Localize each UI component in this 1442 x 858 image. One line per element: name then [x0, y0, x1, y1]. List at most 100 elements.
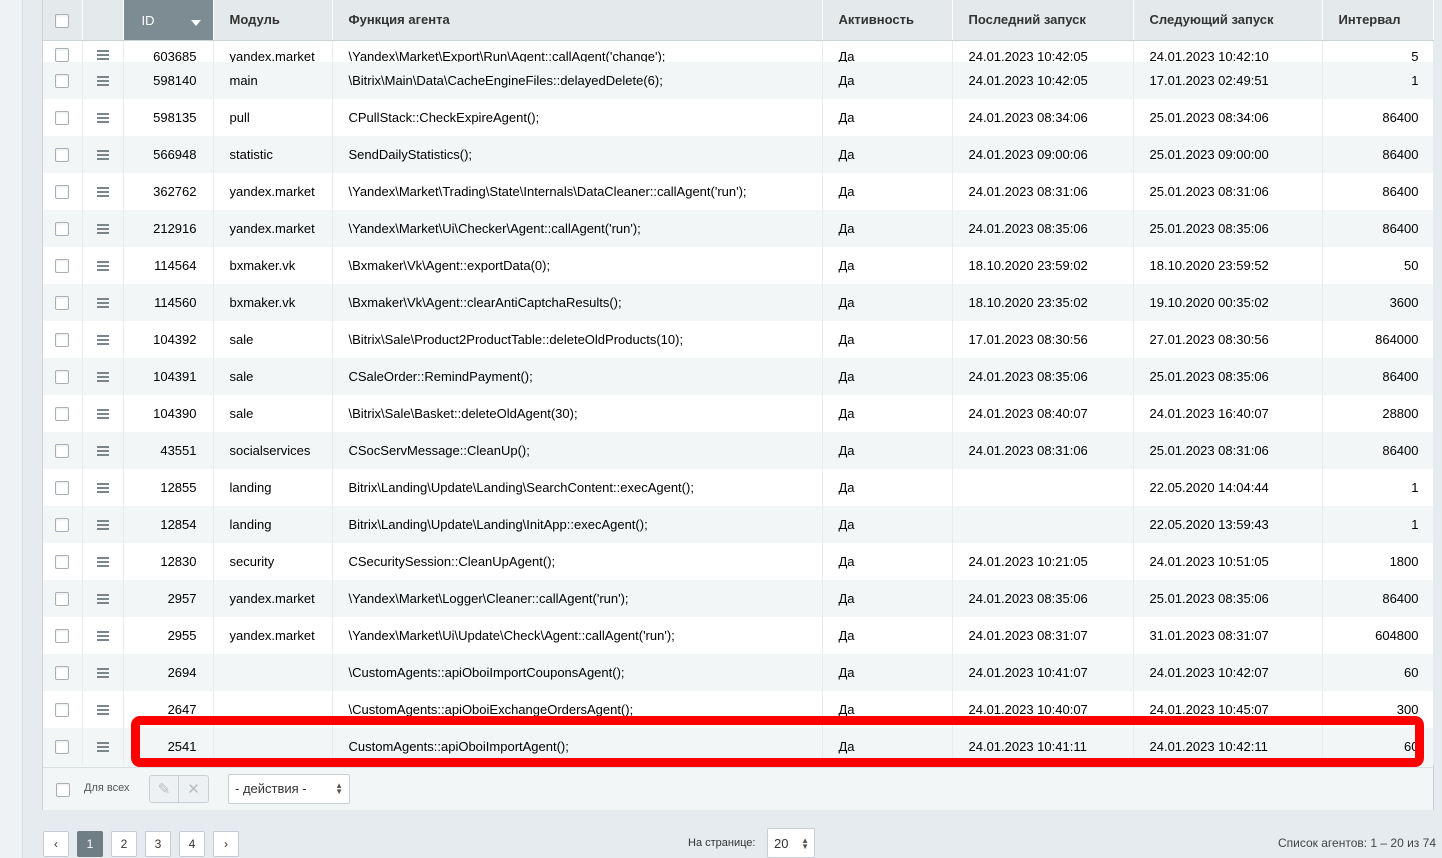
- row-menu-cell[interactable]: [82, 468, 124, 506]
- table-row[interactable]: 114564 bxmaker.vk \Bxmaker\Vk\Agent::expor…: [43, 246, 1434, 284]
- table-row[interactable]: 2955 yandex.market \Yandex\Market\Ui\Updat…: [43, 616, 1434, 654]
- row-checkbox-cell[interactable]: [43, 616, 83, 654]
- table-row[interactable]: 43551 socialservices CSocServMessage::Clea…: [43, 431, 1434, 469]
- row-menu-cell[interactable]: [82, 320, 124, 358]
- table-row[interactable]: 12854 landing Bitrix\Landing\Update\Landin…: [43, 505, 1434, 543]
- table-row[interactable]: 12855 landing Bitrix\Landing\Update\Landin…: [43, 468, 1434, 506]
- hamburger-icon[interactable]: [96, 666, 109, 680]
- hamburger-icon[interactable]: [96, 222, 109, 236]
- hamburger-icon[interactable]: [96, 481, 109, 495]
- for-all-checkbox[interactable]: [56, 783, 70, 797]
- row-checkbox-cell[interactable]: [43, 135, 83, 173]
- row-checkbox-cell[interactable]: [43, 690, 83, 728]
- row-menu-cell[interactable]: [82, 579, 124, 617]
- table-row[interactable]: 104391 sale CSaleOrder::RemindPayment(); Да…: [43, 357, 1434, 395]
- row-checkbox-cell[interactable]: [43, 61, 83, 99]
- row-checkbox-cell[interactable]: [43, 505, 83, 543]
- row-checkbox[interactable]: [55, 517, 70, 532]
- hamburger-icon[interactable]: [96, 518, 109, 532]
- hamburger-icon[interactable]: [96, 111, 109, 125]
- row-checkbox[interactable]: [55, 184, 70, 199]
- column-header-module[interactable]: Модуль: [213, 0, 333, 41]
- table-row[interactable]: 12830 security CSecuritySession::CleanUpAg…: [43, 542, 1434, 580]
- hamburger-icon[interactable]: [96, 333, 109, 347]
- per-page-select[interactable]: 20 ▲ ▼: [767, 828, 815, 858]
- table-row[interactable]: 362762 yandex.market \Yandex\Market\Tradin…: [43, 172, 1434, 210]
- row-checkbox-cell[interactable]: [43, 653, 83, 691]
- table-row[interactable]: 2541 CustomAgents::apiOboiImportAgent(); Д…: [43, 727, 1434, 765]
- row-menu-cell[interactable]: [82, 40, 124, 62]
- hamburger-icon[interactable]: [96, 444, 109, 458]
- table-row[interactable]: 104390 sale \Bitrix\Sale\Basket::deleteOld…: [43, 394, 1434, 432]
- table-row[interactable]: 114560 bxmaker.vk \Bxmaker\Vk\Agent::clear…: [43, 283, 1434, 321]
- row-menu-cell[interactable]: [82, 172, 124, 210]
- row-checkbox-cell[interactable]: [43, 209, 83, 247]
- hamburger-icon[interactable]: [96, 555, 109, 569]
- row-menu-cell[interactable]: [82, 135, 124, 173]
- prev-page-button[interactable]: ‹: [43, 831, 69, 857]
- table-row[interactable]: 104392 sale \Bitrix\Sale\Product2ProductTa…: [43, 320, 1434, 358]
- hamburger-icon[interactable]: [96, 296, 109, 310]
- row-menu-cell[interactable]: [82, 283, 124, 321]
- column-header-interval[interactable]: Интервал: [1322, 0, 1434, 41]
- hamburger-icon[interactable]: [96, 703, 109, 717]
- row-menu-cell[interactable]: [82, 98, 124, 136]
- hamburger-icon[interactable]: [96, 74, 109, 88]
- row-checkbox-cell[interactable]: [43, 579, 83, 617]
- delete-button[interactable]: ✕: [179, 775, 209, 803]
- row-checkbox[interactable]: [55, 554, 70, 569]
- hamburger-icon[interactable]: [96, 48, 109, 62]
- row-checkbox-cell[interactable]: [43, 98, 83, 136]
- page-button-1[interactable]: 1: [77, 831, 103, 857]
- row-checkbox-cell[interactable]: [43, 727, 83, 765]
- row-checkbox-cell[interactable]: [43, 320, 83, 358]
- hamburger-icon[interactable]: [96, 592, 109, 606]
- hamburger-icon[interactable]: [96, 629, 109, 643]
- row-checkbox-cell[interactable]: [43, 246, 83, 284]
- table-row[interactable]: 566948 statistic SendDailyStatistics(); Да 2…: [43, 135, 1434, 173]
- header-select-all[interactable]: [43, 0, 83, 41]
- hamburger-icon[interactable]: [96, 148, 109, 162]
- row-menu-cell[interactable]: [82, 209, 124, 247]
- row-menu-cell[interactable]: [82, 357, 124, 395]
- row-checkbox[interactable]: [55, 147, 70, 162]
- row-checkbox-cell[interactable]: [43, 394, 83, 432]
- column-header-function[interactable]: Функция агента: [332, 0, 823, 41]
- hamburger-icon[interactable]: [96, 370, 109, 384]
- row-menu-cell[interactable]: [82, 505, 124, 543]
- table-row[interactable]: 2957 yandex.market \Yandex\Market\Logger\C…: [43, 579, 1434, 617]
- row-checkbox-cell[interactable]: [43, 172, 83, 210]
- row-menu-cell[interactable]: [82, 653, 124, 691]
- actions-dropdown[interactable]: - действия - ▲ ▼: [228, 774, 350, 804]
- hamburger-icon[interactable]: [96, 740, 109, 754]
- table-row[interactable]: 598140 main \Bitrix\Main\Data\CacheEngineF…: [43, 61, 1434, 99]
- row-checkbox[interactable]: [55, 110, 70, 125]
- hamburger-icon[interactable]: [96, 185, 109, 199]
- table-row[interactable]: 2694 \CustomAgents::apiOboiImportCouponsA…: [43, 653, 1434, 691]
- row-checkbox[interactable]: [55, 258, 70, 273]
- row-checkbox[interactable]: [55, 295, 70, 310]
- page-button-2[interactable]: 2: [111, 831, 137, 857]
- table-row[interactable]: 2647 \CustomAgents::apiOboiExchangeOrders…: [43, 690, 1434, 728]
- column-header-id[interactable]: ID: [123, 0, 214, 41]
- row-checkbox[interactable]: [55, 628, 70, 643]
- row-menu-cell[interactable]: [82, 616, 124, 654]
- row-checkbox[interactable]: [55, 480, 70, 495]
- row-checkbox[interactable]: [55, 73, 70, 88]
- row-menu-cell[interactable]: [82, 727, 124, 765]
- column-header-next-run[interactable]: Следующий запуск: [1133, 0, 1323, 41]
- row-menu-cell[interactable]: [82, 246, 124, 284]
- hamburger-icon[interactable]: [96, 259, 109, 273]
- page-button-4[interactable]: 4: [179, 831, 205, 857]
- table-row[interactable]: 212916 yandex.market \Yandex\Market\Ui\Che…: [43, 209, 1434, 247]
- row-checkbox-cell[interactable]: [43, 40, 83, 62]
- row-checkbox-cell[interactable]: [43, 431, 83, 469]
- row-menu-cell[interactable]: [82, 542, 124, 580]
- row-menu-cell[interactable]: [82, 61, 124, 99]
- row-menu-cell[interactable]: [82, 431, 124, 469]
- row-checkbox-cell[interactable]: [43, 542, 83, 580]
- row-checkbox[interactable]: [55, 47, 70, 62]
- row-checkbox[interactable]: [55, 221, 70, 236]
- row-menu-cell[interactable]: [82, 394, 124, 432]
- row-checkbox[interactable]: [55, 702, 70, 717]
